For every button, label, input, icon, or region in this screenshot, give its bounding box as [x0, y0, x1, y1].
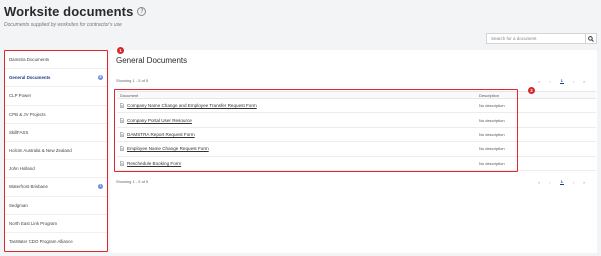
document-icon — [120, 117, 124, 123]
sidebar-item-label: Damstra Documents — [9, 57, 50, 63]
sidebar-item-skillfass[interactable]: SkillFASS — [5, 124, 107, 142]
sidebar-item-north-east-link[interactable]: North East Link Program — [5, 215, 107, 233]
sidebar-item-general-documents[interactable]: General Documents 5 — [5, 69, 107, 88]
sidebar-item-label: CPB & JV Projects — [9, 111, 46, 117]
column-header-description: Description — [479, 92, 500, 98]
sidebar-item-label: Waterfront Brisbane — [9, 184, 48, 190]
annotation-marker-2: 2 — [528, 87, 535, 94]
help-icon[interactable]: ? — [137, 7, 147, 16]
search-icon — [588, 35, 594, 42]
table-row: Employee Name Change Request Form No des… — [117, 142, 596, 157]
sidebar-item-label: TasWater CDO Program Alliance — [9, 239, 73, 245]
sidebar-item-label: Sedgman — [9, 202, 28, 208]
document-link[interactable]: DAMSTRA Report Request Form — [127, 132, 195, 137]
count-badge: 1 — [98, 184, 103, 190]
table-header: Document Description — [117, 92, 596, 99]
search-input[interactable] — [487, 34, 585, 43]
prev-page-button[interactable]: ‹ — [549, 79, 550, 84]
sidebar-item-waterfront-brisbane[interactable]: Waterfront Brisbane 1 — [5, 178, 107, 197]
page-subtitle: Documents supplied by worksites for cont… — [4, 22, 122, 28]
sidebar-item-label: CLP Power — [9, 93, 32, 99]
document-link[interactable]: Company Name Change and Employee Transfe… — [127, 103, 257, 108]
sidebar-item-label: North East Link Program — [9, 220, 58, 226]
document-icon — [120, 160, 124, 166]
sidebar-item-label: General Documents — [9, 75, 51, 81]
sidebar-item-holcim[interactable]: Holcim Australia & New Zealand — [5, 142, 107, 161]
document-link[interactable]: Employee Name Change Request Form — [127, 146, 209, 151]
table-row: Reschedule Booking Form No description — [117, 157, 596, 171]
document-link[interactable]: Company Portal User Resource — [127, 118, 192, 123]
last-page-button[interactable]: » — [583, 180, 585, 185]
pagination-top: « ‹ 1 › » — [538, 78, 585, 84]
sidebar-item-sedgman[interactable]: Sedgman — [5, 197, 107, 215]
annotation-marker-1: 1 — [117, 47, 124, 54]
table-row: Company Name Change and Employee Transfe… — [117, 99, 596, 114]
page-header: Worksite documents ? Documents supplied … — [4, 4, 147, 28]
results-count-bottom: Showing 1 - 5 of 5 — [116, 179, 149, 184]
pagination-bottom: « ‹ 1 › » — [538, 179, 585, 185]
sidebar-item-damstra-documents[interactable]: Damstra Documents — [5, 51, 107, 70]
sidebar-item-label: John Holland — [9, 166, 35, 172]
documents-table: Document Description Company Name Change… — [117, 91, 596, 171]
first-page-button[interactable]: « — [538, 79, 540, 84]
document-icon — [120, 146, 124, 152]
sidebar-item-taswater[interactable]: TasWater CDO Program Alliance — [5, 233, 107, 251]
search-box — [486, 33, 597, 44]
document-icon — [120, 131, 124, 137]
worksite-sidebar: Damstra Documents General Documents 5 CL… — [4, 50, 108, 252]
column-header-document: Document — [120, 92, 139, 98]
document-description: No description — [479, 103, 505, 109]
documents-panel: General Documents Showing 1 - 5 of 5 « ‹… — [110, 50, 597, 253]
last-page-button[interactable]: » — [583, 79, 585, 84]
table-row: DAMSTRA Report Request Form No descripti… — [117, 128, 596, 143]
document-description: No description — [479, 131, 505, 137]
sidebar-item-john-holland[interactable]: John Holland — [5, 160, 107, 179]
count-badge: 5 — [98, 75, 103, 81]
search-button[interactable] — [585, 34, 596, 43]
first-page-button[interactable]: « — [538, 180, 540, 185]
document-description: No description — [479, 160, 505, 166]
page-1-button[interactable]: 1 — [559, 179, 564, 185]
document-link[interactable]: Reschedule Booking Form — [127, 161, 181, 166]
document-icon — [120, 103, 124, 109]
prev-page-button[interactable]: ‹ — [549, 180, 550, 185]
page-title: Worksite documents — [4, 4, 134, 19]
results-count-top: Showing 1 - 5 of 5 — [116, 78, 149, 83]
next-page-button[interactable]: › — [573, 180, 574, 185]
sidebar-item-cpb-jv-projects[interactable]: CPB & JV Projects — [5, 106, 107, 124]
section-title: General Documents — [116, 56, 188, 65]
document-description: No description — [479, 117, 505, 123]
document-description: No description — [479, 146, 505, 152]
table-row: Company Portal User Resource No descript… — [117, 113, 596, 128]
page-1-button[interactable]: 1 — [559, 78, 564, 84]
sidebar-item-label: Holcim Australia & New Zealand — [9, 148, 72, 154]
next-page-button[interactable]: › — [573, 79, 574, 84]
sidebar-item-clp-power[interactable]: CLP Power — [5, 87, 107, 106]
sidebar-item-label: SkillFASS — [9, 129, 29, 135]
